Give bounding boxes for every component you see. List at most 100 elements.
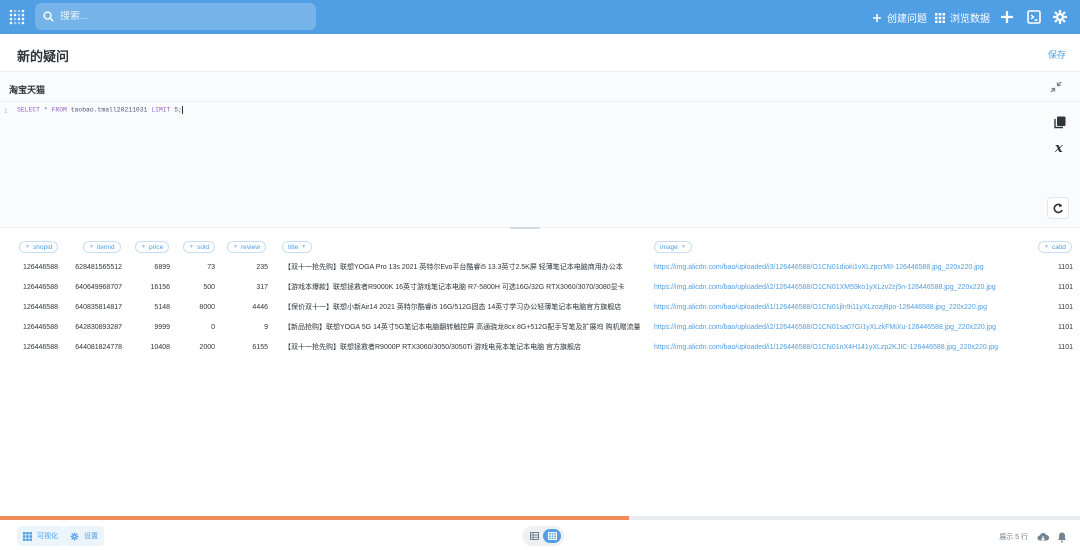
- results-table: ▼ shopid ▼ itemid ▼ price ▼ sold ▼ revie…: [0, 236, 1080, 366]
- download-icon[interactable]: [1037, 531, 1049, 543]
- cell-image-link[interactable]: https://img.alicdn.com/bao/uploaded/i2/1…: [654, 318, 1024, 338]
- visualize-button[interactable]: 可视化: [17, 526, 64, 546]
- sql-code-line[interactable]: SELECT * FROM taobao.tmall20211031 LIMIT…: [17, 106, 183, 114]
- cell-price[interactable]: 16156: [130, 278, 170, 298]
- cell-review[interactable]: 9: [225, 318, 268, 338]
- cell-title[interactable]: 【游戏本爆款】联想拯救者R9000K 16英寸游戏笔记本电脑 R7-5800H …: [284, 278, 646, 298]
- add-icon[interactable]: [999, 9, 1015, 25]
- cell-catid[interactable]: 1101: [1040, 338, 1073, 358]
- cell-image-link[interactable]: https://img.alicdn.com/bao/uploaded/i2/1…: [654, 278, 1024, 298]
- chevron-down-icon: ▼: [89, 244, 94, 250]
- cell-image-link[interactable]: https://img.alicdn.com/bao/uploaded/i1/1…: [654, 338, 1024, 358]
- table-row: 126446588 628481565512 6899 73 235 【双十一抢…: [0, 258, 1080, 278]
- column-header-image[interactable]: image ▼: [654, 241, 692, 253]
- grid-icon: [935, 12, 945, 23]
- cell-sold[interactable]: 2000: [180, 338, 215, 358]
- snippet-icon[interactable]: [1053, 115, 1067, 129]
- cell-shopid[interactable]: 126446588: [10, 278, 58, 298]
- cell-itemid[interactable]: 642830893287: [64, 318, 122, 338]
- collapse-icon[interactable]: [1049, 80, 1063, 94]
- browse-data-label: 浏览数据: [950, 14, 990, 25]
- chart-view-toggle[interactable]: [543, 529, 561, 543]
- cell-catid[interactable]: 1101: [1040, 298, 1073, 318]
- cell-title[interactable]: 【新品抢购】联想YOGA 5G 14英寸5G笔记本电脑翻转触控屏 高通骁龙8cx…: [284, 318, 646, 338]
- search-input[interactable]: [60, 11, 300, 22]
- cell-price[interactable]: 9999: [130, 318, 170, 338]
- column-header-label: review: [240, 243, 261, 251]
- view-footer: 可视化 设置 展示 5 行: [0, 520, 1080, 550]
- cell-catid[interactable]: 1101: [1040, 278, 1073, 298]
- settings-label: 设置: [84, 533, 98, 540]
- run-button[interactable]: [1047, 197, 1069, 219]
- resize-handle[interactable]: [510, 227, 540, 229]
- cell-title[interactable]: 【双十一抢先购】联想YOGA Pro 13s 2021 英特尔Evo平台酷睿i5…: [284, 258, 646, 278]
- sql-editor-icon[interactable]: [1026, 9, 1042, 25]
- view-toggle[interactable]: [522, 526, 564, 546]
- sql-table: taobao.tmall20211031: [66, 106, 152, 114]
- row-count: 展示 5 行: [999, 534, 1028, 541]
- text-cursor: [181, 106, 183, 114]
- gear-icon[interactable]: [1052, 9, 1068, 25]
- chevron-down-icon: ▼: [301, 244, 307, 250]
- column-header-sold[interactable]: ▼ sold: [183, 241, 216, 253]
- column-header-itemid[interactable]: ▼ itemid: [83, 241, 121, 253]
- column-header-catid[interactable]: ▼ catid: [1038, 241, 1072, 253]
- cell-review[interactable]: 235: [225, 258, 268, 278]
- sql-star: *: [40, 106, 52, 114]
- chevron-down-icon: ▼: [680, 244, 686, 250]
- cell-shopid[interactable]: 126446588: [10, 338, 58, 358]
- cell-itemid[interactable]: 640835814817: [64, 298, 122, 318]
- cell-review[interactable]: 6155: [225, 338, 268, 358]
- chevron-down-icon: ▼: [25, 244, 30, 250]
- svg-text:x: x: [1054, 141, 1063, 154]
- cell-shopid[interactable]: 126446588: [10, 258, 58, 278]
- column-header-label: image: [660, 243, 678, 251]
- cell-price[interactable]: 6899: [130, 258, 170, 278]
- cell-catid[interactable]: 1101: [1040, 318, 1073, 338]
- cell-sold[interactable]: 8000: [180, 298, 215, 318]
- cell-shopid[interactable]: 126446588: [10, 298, 58, 318]
- cell-sold[interactable]: 500: [180, 278, 215, 298]
- table-view-toggle[interactable]: [525, 529, 543, 543]
- cell-sold[interactable]: 0: [180, 318, 215, 338]
- table-row: 126446588 640835814817 5148 8000 4446 【保…: [0, 298, 1080, 318]
- run-icon: [1053, 203, 1063, 214]
- question-header: 新的疑问 保存: [0, 34, 1080, 72]
- database-selector[interactable]: 淘宝天猫: [9, 83, 45, 96]
- cell-shopid[interactable]: 126446588: [10, 318, 58, 338]
- cell-itemid[interactable]: 640649968707: [64, 278, 122, 298]
- column-header-shopid[interactable]: ▼ shopid: [19, 241, 59, 253]
- sql-keyword-from: FROM: [51, 106, 67, 114]
- search-icon: [43, 11, 54, 22]
- table-icon: [23, 531, 32, 541]
- column-header-label: catid: [1051, 243, 1066, 251]
- column-header-label: title: [288, 243, 299, 251]
- cell-review[interactable]: 317: [225, 278, 268, 298]
- cell-image-link[interactable]: https://img.alicdn.com/bao/uploaded/i1/1…: [654, 298, 1024, 318]
- browse-data-button[interactable]: 浏览数据: [935, 10, 990, 25]
- bell-icon[interactable]: [1056, 531, 1068, 543]
- cell-itemid[interactable]: 644081824778: [64, 338, 122, 358]
- page-title: 新的疑问: [17, 49, 70, 64]
- line-number: 1: [4, 108, 8, 115]
- cell-image-link[interactable]: https://img.alicdn.com/bao/uploaded/i3/1…: [654, 258, 1024, 278]
- cell-title[interactable]: 【双十一抢先购】联想拯救者R9000P RTX3060/3050/3050Ti …: [284, 338, 646, 358]
- save-button[interactable]: 保存: [1048, 48, 1066, 61]
- column-header-title[interactable]: title ▼: [282, 241, 313, 253]
- cell-sold[interactable]: 73: [180, 258, 215, 278]
- sql-limit-value: 5;: [170, 106, 182, 114]
- cell-itemid[interactable]: 628481565512: [64, 258, 122, 278]
- logo-icon[interactable]: [9, 9, 25, 25]
- search-bar[interactable]: [35, 3, 316, 30]
- cell-review[interactable]: 4446: [225, 298, 268, 318]
- cell-title[interactable]: 【保价双十一】联想小新Air14 2021 英特尔酷睿i5 16G/512G固态…: [284, 298, 646, 318]
- new-question-button[interactable]: 创建问题: [872, 10, 927, 25]
- column-header-price[interactable]: ▼ price: [135, 241, 170, 253]
- cell-catid[interactable]: 1101: [1040, 258, 1073, 278]
- cell-price[interactable]: 5148: [130, 298, 170, 318]
- column-header-review[interactable]: ▼ review: [227, 241, 267, 253]
- sql-keyword-limit: LIMIT: [151, 106, 171, 114]
- settings-button[interactable]: 设置: [64, 526, 104, 546]
- variable-icon[interactable]: x: [1053, 140, 1067, 154]
- cell-price[interactable]: 10408: [130, 338, 170, 358]
